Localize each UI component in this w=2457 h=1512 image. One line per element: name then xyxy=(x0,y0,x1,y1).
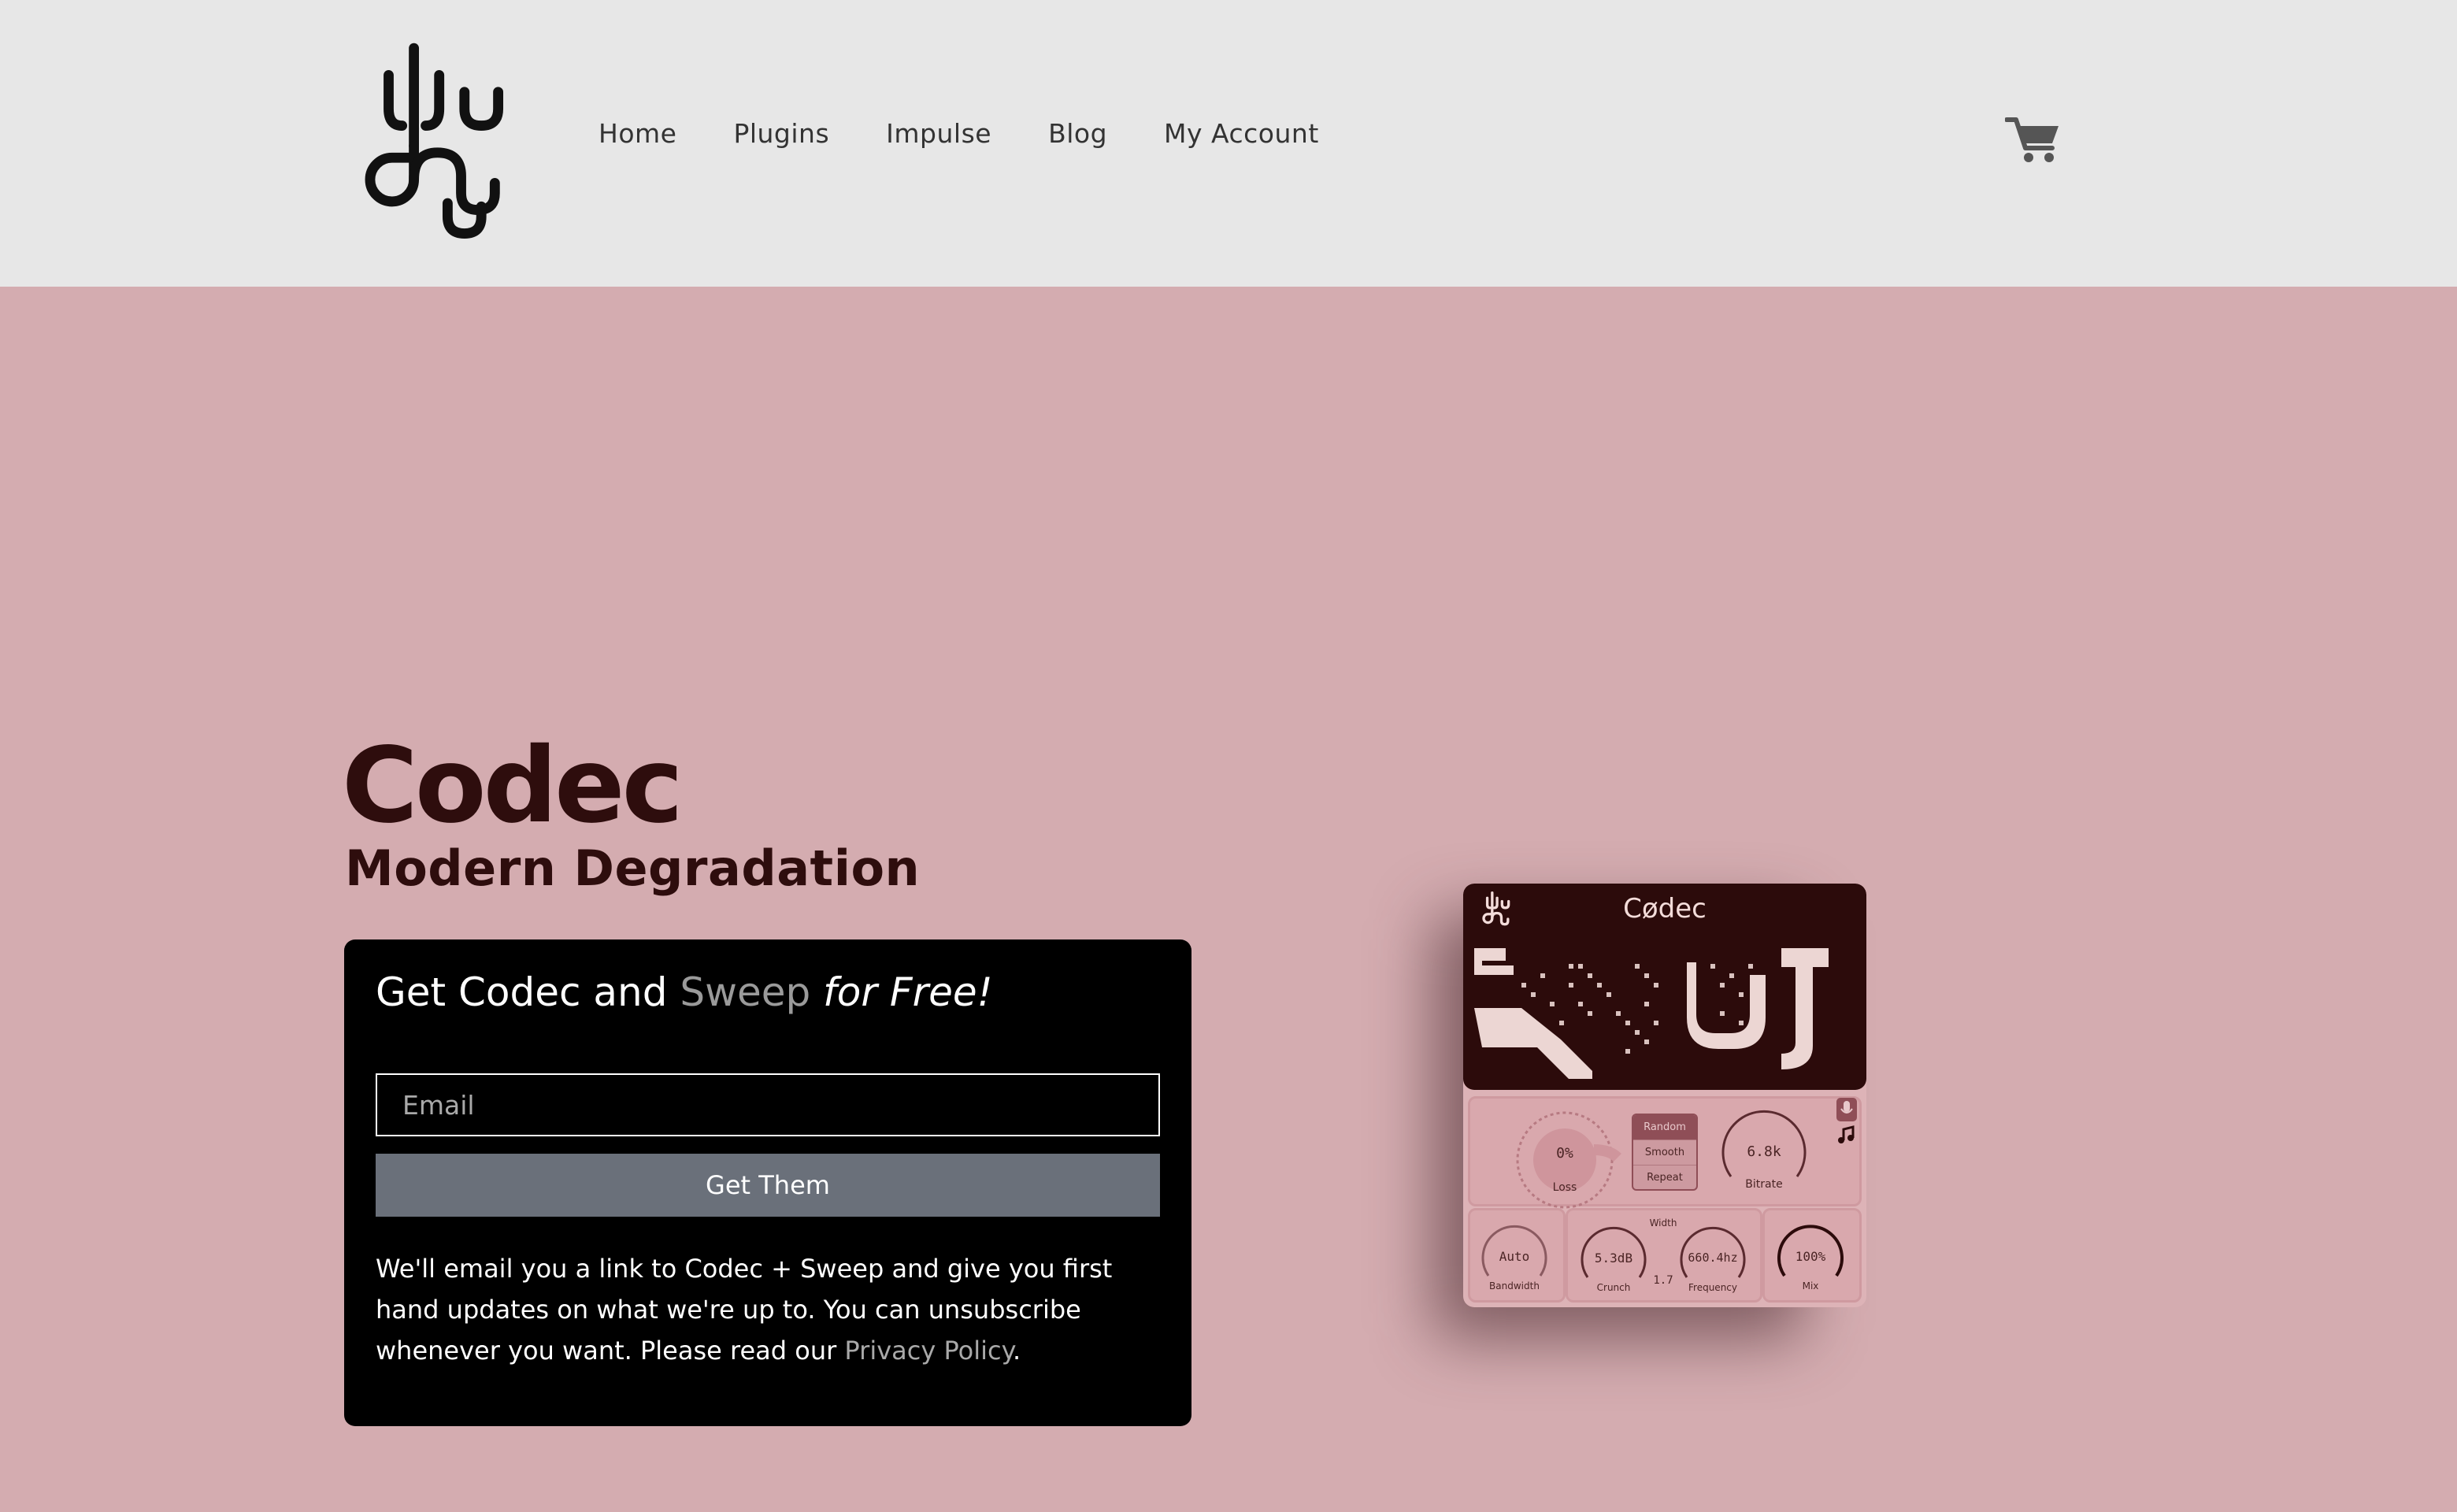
crunch-label: Crunch xyxy=(1596,1282,1631,1293)
mode-random[interactable]: Random xyxy=(1633,1115,1696,1140)
heading-highlight: Sweep xyxy=(680,969,811,1015)
nav-home[interactable]: Home xyxy=(598,118,676,149)
get-them-button[interactable]: Get Them xyxy=(376,1154,1160,1217)
bandwidth-value: Auto xyxy=(1499,1249,1530,1264)
page-subtitle: Modern Degradation xyxy=(345,839,921,897)
site-header: Home Plugins Impulse Blog My Account xyxy=(0,0,2457,287)
signup-notice: We'll email you a link to Codec + Sweep … xyxy=(376,1248,1163,1371)
mix-label: Mix xyxy=(1802,1280,1819,1292)
cart-icon[interactable] xyxy=(2005,115,2060,165)
frequency-value: 660.4hz xyxy=(1688,1251,1738,1265)
nav-my-account[interactable]: My Account xyxy=(1164,118,1319,149)
frequency-label: Frequency xyxy=(1688,1282,1737,1293)
mix-value: 100% xyxy=(1795,1249,1826,1264)
privacy-policy-link[interactable]: Privacy Policy xyxy=(844,1336,1013,1366)
nav-blog[interactable]: Blog xyxy=(1048,118,1107,149)
main-nav: Home Plugins Impulse Blog My Account xyxy=(598,118,1319,149)
loss-value: 0% xyxy=(1556,1145,1573,1162)
microphone-icon[interactable] xyxy=(1836,1098,1857,1121)
mode-smooth[interactable]: Smooth xyxy=(1633,1140,1696,1166)
email-field[interactable] xyxy=(376,1073,1160,1136)
nav-impulse[interactable]: Impulse xyxy=(886,118,991,149)
notice-end: . xyxy=(1012,1336,1021,1366)
mode-repeat[interactable]: Repeat xyxy=(1633,1166,1696,1189)
nav-plugins[interactable]: Plugins xyxy=(733,118,829,149)
heading-emphasis: for Free! xyxy=(823,969,993,1015)
heading-text: Get Codec and xyxy=(376,969,680,1015)
plugin-screenshot: Cødec 0% Loss Random Smooth Repeat 6.8k … xyxy=(1463,884,1866,1307)
page-title: Codec xyxy=(342,725,684,847)
bitrate-label: Bitrate xyxy=(1745,1178,1783,1191)
mode-selector: Random Smooth Repeat xyxy=(1632,1114,1698,1191)
bitrate-value: 6.8k xyxy=(1747,1143,1781,1160)
dtds-logo[interactable] xyxy=(346,41,515,244)
plugin-name: Cødec xyxy=(1623,893,1707,925)
signup-card: Get Codec and Sweep for Free! Get Them W… xyxy=(344,939,1191,1426)
music-note-icon[interactable] xyxy=(1836,1123,1857,1147)
signup-heading: Get Codec and Sweep for Free! xyxy=(376,971,993,1014)
crunch-value: 5.3dB xyxy=(1594,1251,1633,1266)
visualizer xyxy=(1474,948,1829,1079)
plugin-header: Cødec xyxy=(1463,884,1866,1090)
loss-label: Loss xyxy=(1552,1181,1577,1194)
bandwidth-label: Bandwidth xyxy=(1489,1280,1540,1292)
